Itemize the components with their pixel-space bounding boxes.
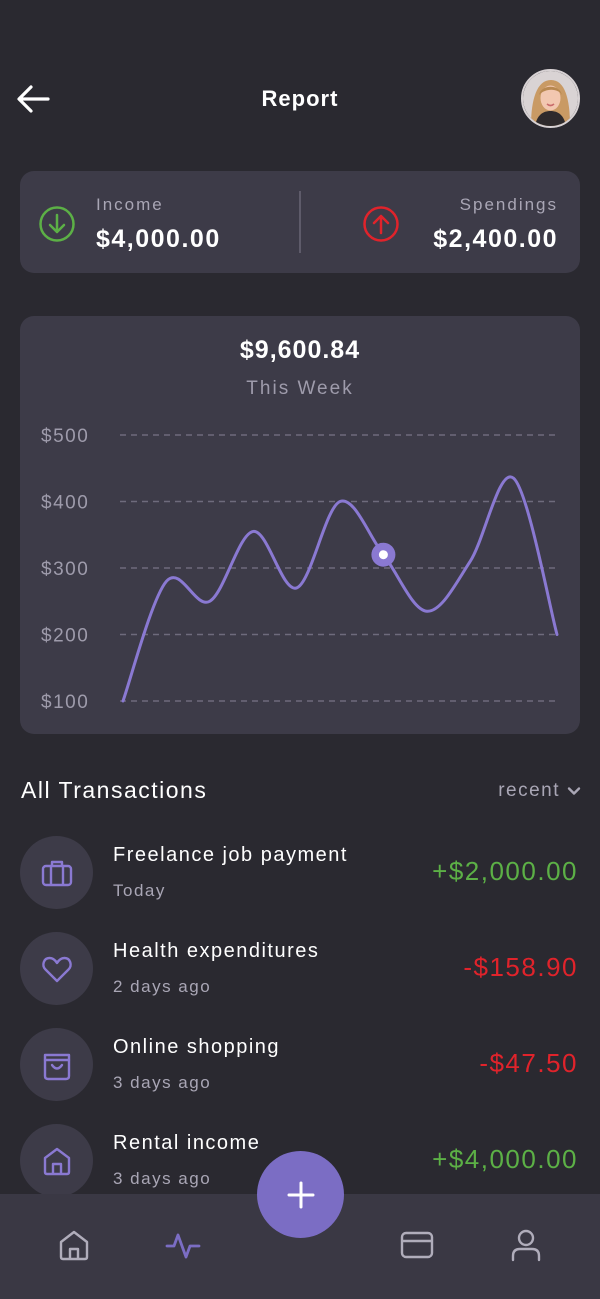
transaction-row[interactable]: Online shopping 3 days ago -$47.50 <box>20 1028 580 1102</box>
transaction-row[interactable]: Health expenditures 2 days ago -$158.90 <box>20 932 580 1006</box>
arrow-down-circle-icon <box>39 206 75 242</box>
transaction-amount: -$47.50 <box>479 1048 578 1078</box>
spendings-value: $2,400.00 <box>433 225 558 253</box>
y-tick-label: $400 <box>41 493 89 514</box>
transaction-title: Online shopping <box>113 1036 281 1058</box>
transaction-amount: +$2,000.00 <box>432 856 578 886</box>
briefcase-icon <box>41 860 72 886</box>
user-avatar <box>523 71 578 126</box>
add-button[interactable] <box>257 1151 344 1238</box>
transactions-heading: All Transactions <box>21 777 208 803</box>
chart-card: $100 $200 $300 $400 $500 $9,600.84 This Week <box>20 316 580 734</box>
transaction-icon-circle <box>20 1028 93 1101</box>
profile-icon <box>511 1229 541 1262</box>
report-screen: Report Income $4,000.00 Spendings $2,400… <box>0 0 600 1299</box>
transaction-date: 3 days ago <box>113 1169 212 1188</box>
nav-cards[interactable] <box>400 1228 434 1262</box>
card-icon <box>400 1231 434 1259</box>
activity-icon <box>165 1233 201 1259</box>
transaction-amount: +$4,000.00 <box>432 1144 578 1174</box>
chart-period: This Week <box>246 378 354 399</box>
sort-dropdown[interactable]: recent <box>498 780 582 802</box>
chart-total: $9,600.84 <box>239 336 361 364</box>
y-tick-label: $100 <box>41 692 89 713</box>
page-title: Report <box>261 86 339 111</box>
income-label: Income <box>96 195 164 214</box>
transaction-title: Health expenditures <box>113 940 320 962</box>
highlight-point-center <box>378 550 388 560</box>
y-tick-label: $500 <box>41 426 89 447</box>
income-value: $4,000.00 <box>96 225 221 253</box>
transaction-icon-circle <box>20 836 93 909</box>
nav-activity[interactable] <box>165 1228 201 1262</box>
y-tick-label: $200 <box>41 626 89 647</box>
spendings-label: Spendings <box>459 195 558 214</box>
transaction-title: Rental income <box>113 1132 261 1154</box>
transaction-icon-circle <box>20 1124 93 1197</box>
avatar[interactable] <box>521 69 580 128</box>
plus-icon <box>287 1181 314 1208</box>
summary-divider <box>299 191 301 253</box>
home-icon <box>59 1230 89 1261</box>
transaction-amount: -$158.90 <box>463 952 578 982</box>
transaction-date: 2 days ago <box>113 977 212 996</box>
transaction-icon-circle <box>20 932 93 1005</box>
chevron-down-icon <box>567 787 581 795</box>
transaction-date: 3 days ago <box>113 1073 212 1092</box>
y-tick-label: $300 <box>41 559 89 580</box>
nav-home[interactable] <box>57 1228 91 1262</box>
heart-icon <box>41 956 72 982</box>
transaction-date: Today <box>113 881 166 900</box>
series-line <box>121 475 559 703</box>
transaction-row[interactable]: Freelance job payment Today +$2,000.00 <box>20 836 580 910</box>
nav-profile[interactable] <box>509 1228 543 1262</box>
shopping-bag-icon <box>43 1053 70 1080</box>
summary-card: Income $4,000.00 Spendings $2,400.00 <box>20 171 580 273</box>
transaction-title: Freelance job payment <box>113 844 348 866</box>
sort-label: recent <box>498 780 560 801</box>
house-icon <box>43 1147 70 1175</box>
arrow-up-circle-icon <box>363 206 399 242</box>
